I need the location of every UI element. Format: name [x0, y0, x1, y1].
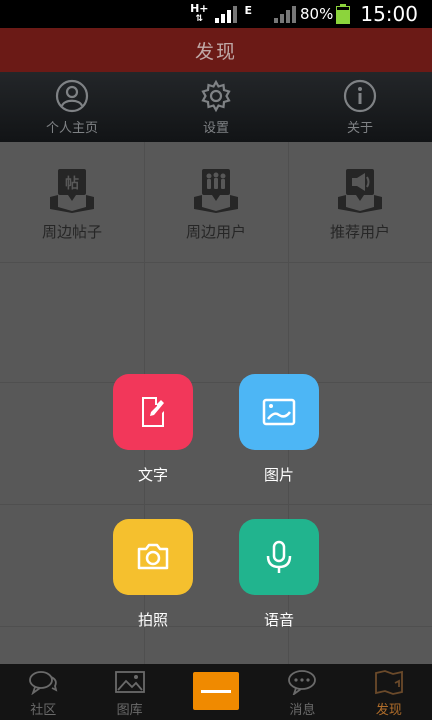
chat-icon: [29, 671, 58, 695]
network-type: H+ ⇅: [190, 2, 209, 24]
edit-icon: [142, 397, 164, 427]
svg-text:帖: 帖: [65, 175, 79, 192]
feature-label: 推荐用户: [329, 222, 390, 241]
post-text-label: 文字: [137, 466, 168, 484]
discover-grid: 帖 周边帖子 周边用户 推荐用户 文字 图片 拍照 语音: [0, 142, 432, 664]
status-bar: H+ ⇅ E 80% 15:00: [0, 0, 432, 28]
battery-percent: 80%: [300, 5, 334, 23]
post-image-label: 图片: [263, 466, 294, 484]
page-title: 发现: [194, 40, 237, 63]
tab-label: 消息: [289, 703, 316, 718]
feature-nearby-users[interactable]: 周边用户: [144, 142, 288, 262]
tab-community[interactable]: 社区: [0, 664, 86, 720]
post-toggle-button[interactable]: [193, 672, 240, 710]
post-voice-button[interactable]: 语音: [239, 519, 319, 630]
data-type: E: [244, 4, 253, 17]
battery-icon: [336, 4, 351, 24]
nav-label-profile: 个人主页: [45, 120, 98, 136]
discover-icon: [374, 670, 403, 695]
bottom-tab-bar: 社区 图库 消息 发现: [0, 664, 432, 720]
post-camera-tile[interactable]: [113, 519, 193, 595]
tab-gallery[interactable]: 图库: [86, 664, 172, 720]
gear-icon: [201, 79, 231, 112]
tab-label: 发现: [375, 703, 402, 718]
tab-label: 图库: [116, 703, 143, 718]
nearby-users-icon: [194, 168, 238, 213]
feature-recommended-users[interactable]: 推荐用户: [288, 142, 432, 262]
tab-post[interactable]: [173, 664, 259, 720]
image-icon: [262, 398, 296, 426]
info-icon: [343, 79, 377, 112]
camera-icon: [137, 543, 169, 570]
grid-divider: [0, 626, 432, 627]
grid-divider: [0, 382, 432, 383]
post-camera-label: 拍照: [137, 611, 168, 629]
post-camera-button[interactable]: 拍照: [113, 519, 193, 630]
post-voice-tile[interactable]: [239, 519, 319, 595]
feature-row: 帖 周边帖子 周边用户 推荐用户: [0, 142, 432, 262]
nav-item-settings[interactable]: 设置: [144, 72, 288, 142]
minus-icon: [201, 689, 232, 693]
nav-item-profile[interactable]: 个人主页: [0, 72, 144, 142]
message-icon: [288, 670, 317, 695]
gallery-icon: [114, 671, 145, 693]
microphone-icon: [266, 540, 292, 573]
nearby-posts-icon: 帖: [50, 168, 94, 213]
tab-label: 社区: [30, 703, 57, 718]
nav-label-settings: 设置: [202, 120, 229, 136]
user-icon: [55, 79, 89, 112]
nav-item-about[interactable]: 关于: [288, 72, 432, 142]
feature-label: 周边用户: [185, 222, 246, 241]
grid-divider: [0, 262, 432, 263]
clock: 15:00: [360, 2, 418, 26]
post-text-tile[interactable]: [113, 374, 193, 450]
post-image-button[interactable]: 图片: [239, 374, 319, 485]
feature-label: 周边帖子: [41, 222, 102, 241]
title-bar: 发现: [0, 28, 432, 72]
post-image-tile[interactable]: [239, 374, 319, 450]
post-text-button[interactable]: 文字: [113, 374, 193, 485]
feature-nearby-posts[interactable]: 帖 周边帖子: [0, 142, 144, 262]
post-voice-label: 语音: [263, 611, 294, 629]
signal-icon: [214, 6, 237, 23]
tab-messages[interactable]: 消息: [259, 664, 345, 720]
top-nav: 个人主页 设置 关于: [0, 72, 432, 142]
tab-discover[interactable]: 发现: [346, 664, 432, 720]
recommended-users-icon: [338, 168, 382, 213]
grid-divider: [0, 504, 432, 505]
signal-icon-secondary: [274, 6, 297, 23]
nav-label-about: 关于: [346, 120, 373, 136]
